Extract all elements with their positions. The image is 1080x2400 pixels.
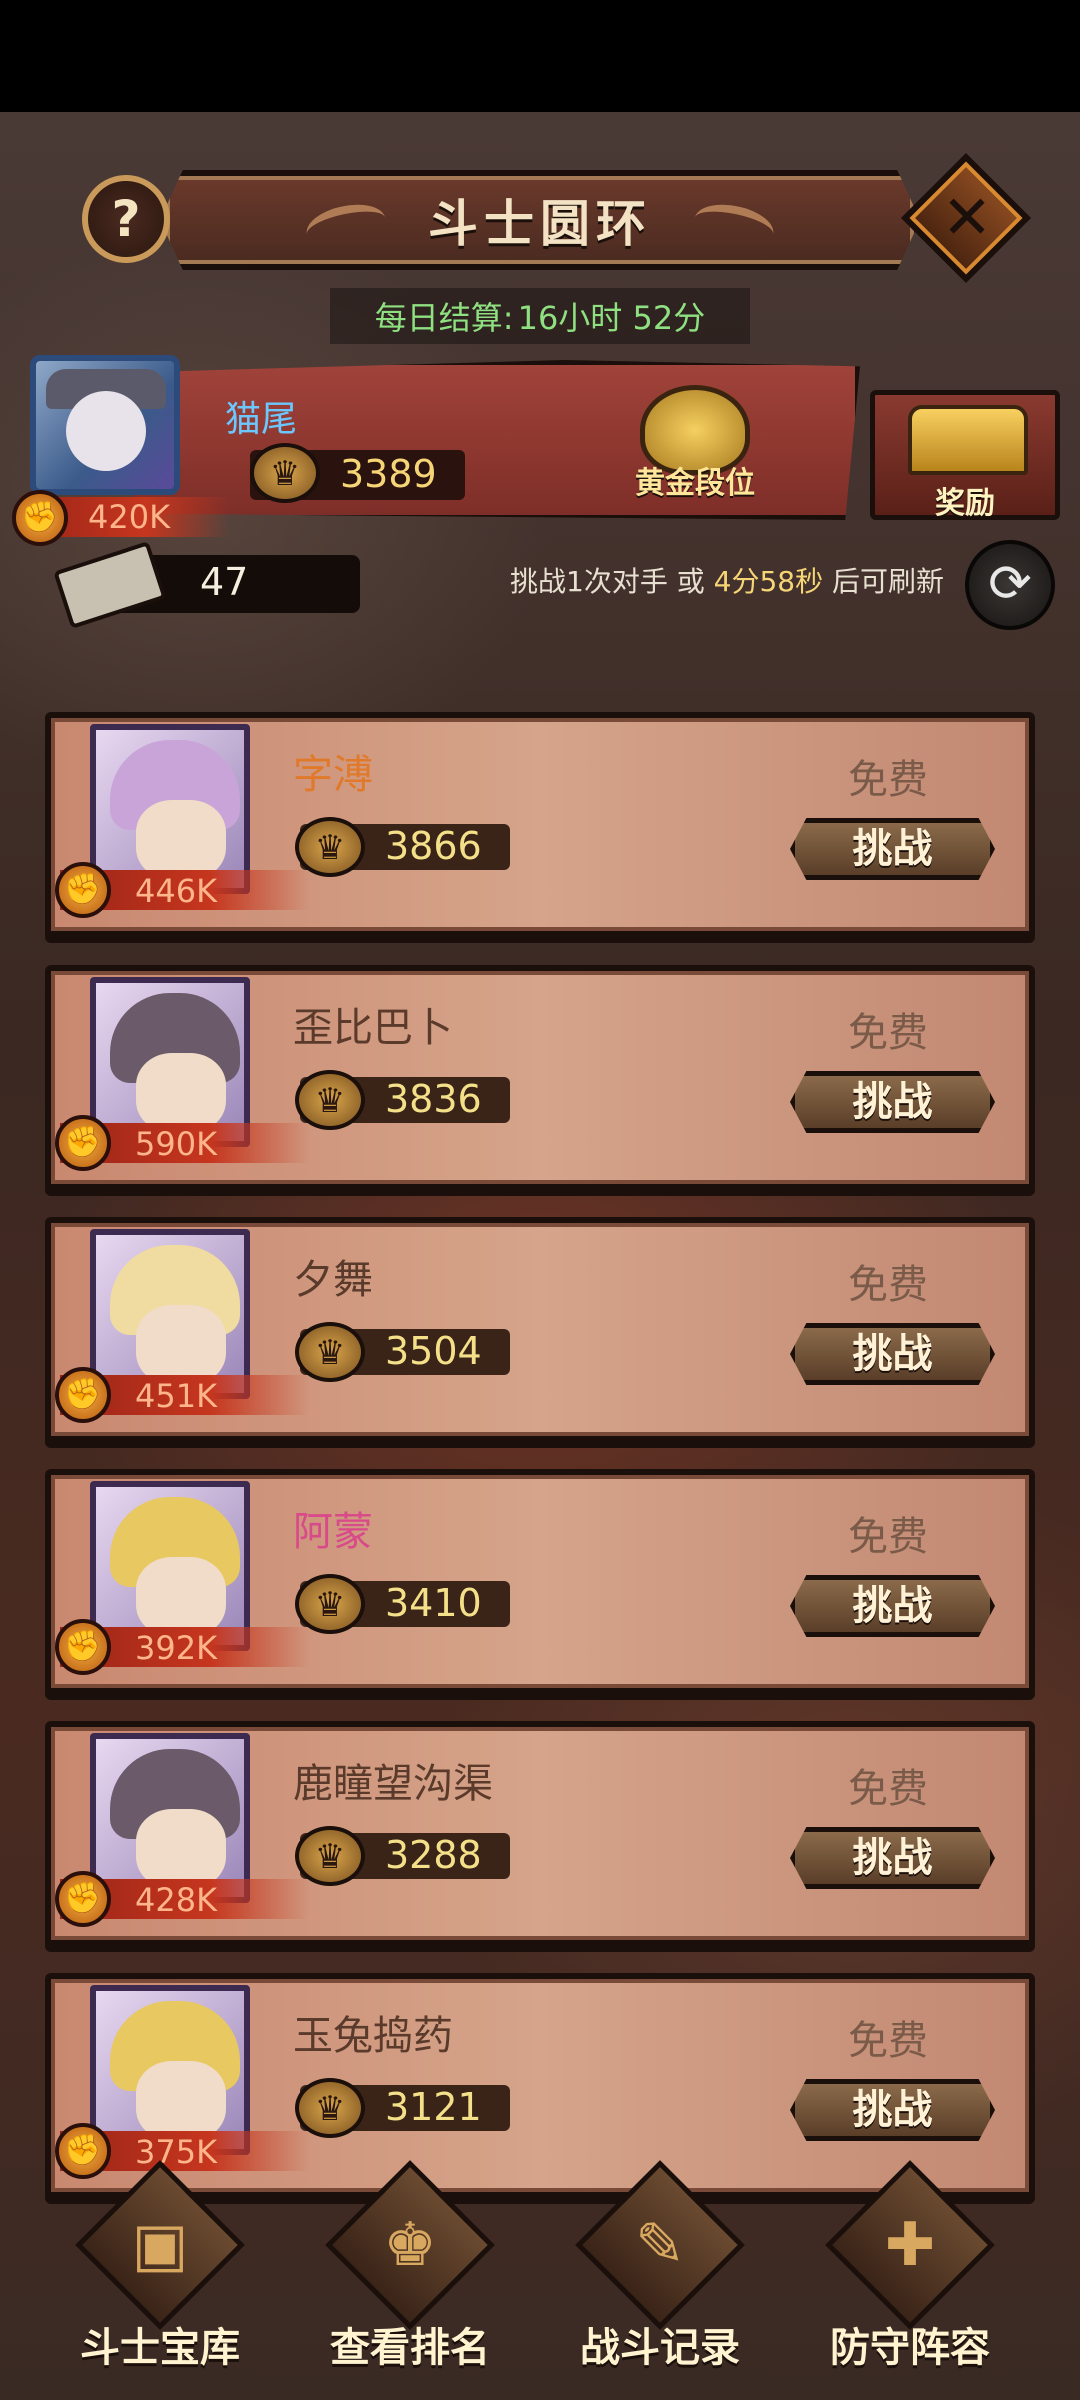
free-label: 免费 xyxy=(848,757,928,803)
nav-label[interactable]: 防守阵容 xyxy=(795,2315,1025,2373)
opponent-name: 玉兔捣药 xyxy=(293,2013,453,2059)
shield-icon[interactable]: ✚ xyxy=(850,2195,970,2295)
nav-label[interactable]: 查看排名 xyxy=(295,2315,525,2373)
reward-chest-icon[interactable] xyxy=(908,405,1028,475)
power-fist-icon: ✊ xyxy=(55,1367,111,1423)
challenge-button[interactable]: 挑战 xyxy=(790,1827,995,1889)
free-label: 免费 xyxy=(848,2018,928,2064)
opponent-score: 3866 xyxy=(385,824,482,868)
opponent-score: 3504 xyxy=(385,1329,482,1373)
challenge-button[interactable]: 挑战 xyxy=(790,1071,995,1133)
power-fist-icon: ✊ xyxy=(55,1115,111,1171)
treasure-chest-icon[interactable]: ▣ xyxy=(100,2195,220,2295)
trophy-icon xyxy=(295,1322,365,1382)
refresh-suffix: 后可刷新 xyxy=(831,565,944,598)
player-name: 猫尾 xyxy=(225,399,298,440)
challenge-button[interactable]: 挑战 xyxy=(790,818,995,880)
daily-settlement: 每日结算: 16小时 52分 xyxy=(330,288,750,344)
avatar-face xyxy=(66,391,146,471)
title-banner: 斗士圆环 xyxy=(160,170,920,270)
opponent-avatar[interactable] xyxy=(90,1229,250,1399)
power-fist-icon: ✊ xyxy=(55,2123,111,2179)
daily-label: 每日结算: xyxy=(374,299,514,337)
challenge-button[interactable]: 挑战 xyxy=(790,1575,995,1637)
avatar-face xyxy=(136,1809,226,1889)
opponent-name: 阿蒙 xyxy=(293,1509,373,1555)
trophy-cup-icon[interactable]: ♚ xyxy=(350,2195,470,2295)
free-label: 免费 xyxy=(848,1514,928,1560)
refresh-icon[interactable]: ⟳ xyxy=(965,540,1055,630)
avatar-face xyxy=(136,1557,226,1637)
opponent-power: 428K xyxy=(135,1881,218,1919)
opponent-power: 375K xyxy=(135,2133,218,2171)
opponent-power: 451K xyxy=(135,1377,218,1415)
opponent-power: 446K xyxy=(135,872,218,910)
free-label: 免费 xyxy=(848,1010,928,1056)
opponent-avatar[interactable] xyxy=(90,724,250,894)
opponent-avatar[interactable] xyxy=(90,1733,250,1903)
power-fist-icon: ✊ xyxy=(55,862,111,918)
opponent-name: 夕舞 xyxy=(293,1257,373,1303)
free-label: 免费 xyxy=(848,1766,928,1812)
ticket-count: 47 xyxy=(200,560,249,604)
refresh-hint: 挑战1次对手 或 4分58秒 后可刷新 xyxy=(510,560,944,600)
player-avatar[interactable] xyxy=(30,355,180,495)
trophy-icon xyxy=(295,1070,365,1130)
power-fist-icon: ✊ xyxy=(12,490,68,546)
refresh-prefix: 挑战1次对手 或 xyxy=(510,565,705,598)
trophy-icon xyxy=(250,443,320,503)
opponent-avatar[interactable] xyxy=(90,1985,250,2155)
wing-left-icon xyxy=(302,198,390,254)
trophy-icon xyxy=(295,1826,365,1886)
close-icon[interactable]: ✕ xyxy=(932,180,1002,256)
avatar-face xyxy=(136,800,226,880)
opponent-power: 590K xyxy=(135,1125,218,1163)
nav-label[interactable]: 战斗记录 xyxy=(545,2315,775,2373)
opponent-name: 歪比巴卜 xyxy=(293,1005,453,1051)
trophy-icon xyxy=(295,817,365,877)
trophy-icon xyxy=(295,1574,365,1634)
trophy-icon xyxy=(295,2078,365,2138)
opponent-score: 3288 xyxy=(385,1833,482,1877)
player-power: 420K xyxy=(88,498,171,536)
opponent-avatar[interactable] xyxy=(90,977,250,1147)
rank-label: 黄金段位 xyxy=(635,466,755,501)
opponent-score: 3836 xyxy=(385,1077,482,1121)
scroll-icon[interactable]: ✎ xyxy=(600,2195,720,2295)
opponent-name: 鹿瞳望沟渠 xyxy=(293,1761,493,1807)
help-button[interactable]: ? xyxy=(82,175,170,263)
daily-time: 16小时 52分 xyxy=(517,299,706,337)
nav-label[interactable]: 斗士宝库 xyxy=(45,2315,275,2373)
challenge-button[interactable]: 挑战 xyxy=(790,1323,995,1385)
player-score: 3389 xyxy=(340,452,437,496)
nav-item[interactable]: ✚ 防守阵容 xyxy=(795,2160,1025,2385)
wing-right-icon xyxy=(690,198,778,254)
avatar-face xyxy=(136,1053,226,1133)
nav-item[interactable]: ✎ 战斗记录 xyxy=(545,2160,775,2385)
opponent-name: 字溥 xyxy=(293,752,373,798)
free-label: 免费 xyxy=(848,1262,928,1308)
opponent-power: 392K xyxy=(135,1629,218,1667)
power-fist-icon: ✊ xyxy=(55,1619,111,1675)
reward-label[interactable]: 奖励 xyxy=(870,478,1060,522)
challenge-button[interactable]: 挑战 xyxy=(790,2079,995,2141)
nav-item[interactable]: ♚ 查看排名 xyxy=(295,2160,525,2385)
nav-item[interactable]: ▣ 斗士宝库 xyxy=(45,2160,275,2385)
refresh-time: 4分58秒 xyxy=(713,565,824,598)
avatar-face xyxy=(136,1305,226,1385)
status-bar xyxy=(0,0,1080,112)
opponent-score: 3410 xyxy=(385,1581,482,1625)
avatar-face xyxy=(136,2061,226,2141)
power-fist-icon: ✊ xyxy=(55,1871,111,1927)
page-title: 斗士圆环 xyxy=(428,195,652,253)
opponent-avatar[interactable] xyxy=(90,1481,250,1651)
opponent-score: 3121 xyxy=(385,2085,482,2129)
